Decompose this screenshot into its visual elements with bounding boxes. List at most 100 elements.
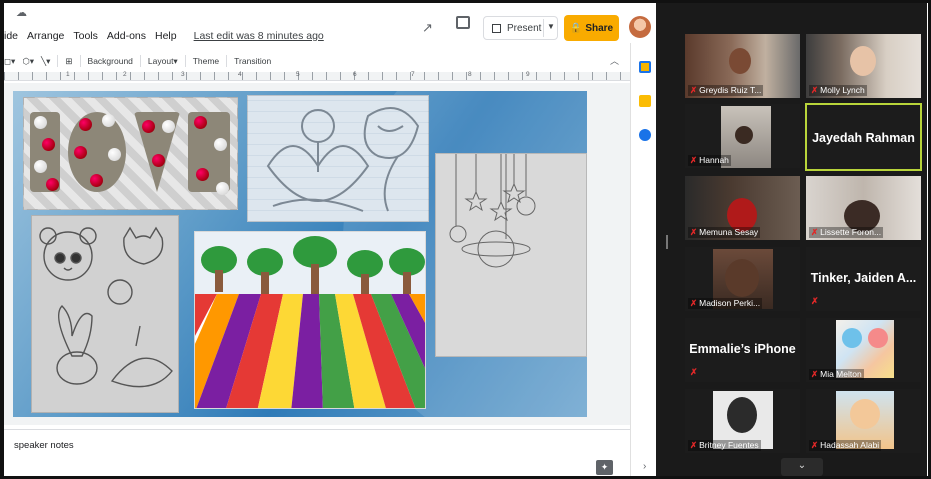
ornament-ball	[142, 120, 155, 133]
lock-key-sketch-artwork[interactable]	[247, 95, 429, 222]
share-button[interactable]: 🔒 Share	[564, 15, 619, 41]
anime-avatar	[850, 399, 880, 429]
participant-tile[interactable]: ✗ Lissette Foron...	[806, 176, 921, 240]
line-icon[interactable]: ╲▾	[41, 56, 50, 67]
participant-name-label: ✗ Memuna Sesay	[688, 227, 761, 238]
participant-name-label: ✗ Britney Fuentes	[688, 440, 761, 451]
participant-tile[interactable]: ✗ Memuna Sesay	[685, 176, 800, 240]
slides-app: ☁ ide Arrange Tools Add-ons Help Last ed…	[4, 3, 656, 476]
keep-icon[interactable]	[639, 95, 651, 107]
ruler-number: 9	[526, 71, 530, 78]
slides-topbar: ☁ ide Arrange Tools Add-ons Help Last ed…	[4, 3, 656, 47]
ornament-ball	[74, 146, 87, 159]
participant-tile[interactable]: ✗ Hannah	[685, 104, 800, 168]
muted-mic-icon: ✗	[811, 227, 819, 237]
cloud-saved-icon: ☁	[16, 7, 27, 19]
participant-tile[interactable]: ✗ Britney Fuentes	[685, 389, 800, 453]
toolbar-separator	[184, 55, 186, 67]
participant-name-label: ✗ Madison Perki...	[688, 298, 763, 309]
menu-bar: ide Arrange Tools Add-ons Help Last edit…	[4, 30, 324, 46]
ruler-number: 8	[468, 71, 472, 78]
current-slide[interactable]	[13, 91, 587, 417]
panel-splitter[interactable]	[666, 235, 668, 249]
ornament-ball	[42, 138, 55, 151]
participant-name-label: ✗ Hannah	[688, 155, 731, 166]
menu-help[interactable]: Help	[155, 30, 177, 46]
explore-icon[interactable]: ✦	[596, 460, 613, 475]
toolbar-separator	[139, 55, 141, 67]
participant-name: Lissette Foron...	[820, 227, 882, 237]
theme-button[interactable]: Theme	[193, 56, 219, 66]
gallery-scroll-down-button[interactable]: ⌄	[781, 458, 823, 476]
ruler-number: 1	[66, 71, 70, 78]
participant-tile[interactable]: ✗ Molly Lynch	[806, 34, 921, 98]
rainbow-field-trees-painting[interactable]	[194, 231, 426, 409]
menu-slide[interactable]: ide	[4, 30, 18, 46]
ruler-number: 2	[123, 71, 127, 78]
participant-face	[725, 259, 759, 297]
last-edit-link[interactable]: Last edit was 8 minutes ago	[194, 30, 324, 46]
background-button[interactable]: Background	[88, 56, 133, 66]
active-speaker-tile[interactable]: Jayedah Rahman	[805, 103, 922, 171]
muted-mic-icon: ✗	[690, 85, 698, 95]
participant-tile[interactable]: ✗ Greydis Ruiz T...	[685, 34, 800, 98]
love-ornament-artwork[interactable]	[23, 97, 238, 210]
participant-name-label: ✗ Mia Melton	[809, 369, 864, 380]
ornament-ball	[102, 114, 115, 127]
participant-name: Tinker, Jaiden A...	[810, 271, 917, 285]
calendar-icon[interactable]	[639, 61, 651, 73]
participant-tile[interactable]: Tinker, Jaiden A... ✗	[806, 247, 921, 311]
layout-button[interactable]: Layout▾	[148, 56, 178, 67]
new-slide-icon[interactable]: ◻▾	[4, 56, 15, 67]
muted-mic-icon: ✗	[811, 296, 819, 306]
participant-face	[850, 46, 876, 76]
muted-mic-icon: ✗	[811, 440, 819, 450]
toolbar-separator	[57, 55, 59, 67]
ornament-ball	[46, 178, 59, 191]
ruler-number: 5	[296, 71, 300, 78]
tasks-icon[interactable]	[639, 129, 651, 141]
account-avatar[interactable]	[629, 16, 651, 38]
participant-tile[interactable]: Emmalie’s iPhone ✗	[685, 318, 800, 382]
ornament-ball	[79, 118, 92, 131]
activity-trend-icon[interactable]: ↗	[422, 20, 433, 36]
menu-addons[interactable]: Add-ons	[107, 30, 146, 46]
expand-side-panel-icon[interactable]: ›	[643, 461, 646, 472]
transition-button[interactable]: Transition	[234, 56, 271, 66]
participant-name: Madison Perki...	[699, 298, 761, 308]
present-button[interactable]: Present ▼	[483, 16, 558, 40]
menu-tools[interactable]: Tools	[73, 30, 98, 46]
cute-animals-drawing	[39, 226, 173, 388]
participant-name-label: ✗ Lissette Foron...	[809, 227, 884, 238]
participant-name-label: ✗ Molly Lynch	[809, 85, 867, 96]
collapse-toolbar-icon[interactable]: ︿	[610, 54, 619, 67]
comment-add-icon[interactable]: ⊞	[65, 56, 72, 67]
comments-icon[interactable]	[456, 16, 470, 29]
participant-tile[interactable]: ✗ Hadassah Alabi	[806, 389, 921, 453]
present-dropdown-caret-icon[interactable]: ▼	[547, 22, 555, 31]
anime-avatar	[842, 328, 862, 348]
lock-icon: 🔒	[569, 22, 583, 34]
tree-trunk	[403, 272, 411, 294]
ruler-number: 3	[181, 71, 185, 78]
ornament-ball	[90, 174, 103, 187]
stars-planets-sketch-artwork[interactable]	[435, 153, 587, 357]
muted-mic-icon: ✗	[690, 298, 698, 308]
participant-name: Mia Melton	[820, 369, 862, 379]
ornament-ball	[108, 148, 121, 161]
present-icon	[492, 23, 501, 33]
participant-tile[interactable]: ✗ Mia Melton	[806, 318, 921, 382]
participant-name-label: ✗ Greydis Ruiz T...	[688, 85, 764, 96]
menu-arrange[interactable]: Arrange	[27, 30, 64, 46]
ornament-ball	[34, 160, 47, 173]
shape-icon[interactable]: ⬡▾	[22, 56, 34, 67]
rainbow-stripes	[195, 294, 425, 408]
cute-animals-sketch-artwork[interactable]	[31, 215, 179, 413]
present-divider	[543, 19, 544, 37]
speaker-notes-placeholder: speaker notes	[14, 440, 74, 451]
ornament-ball	[216, 182, 229, 195]
ruler-number: 7	[411, 71, 415, 78]
present-label: Present	[507, 22, 542, 34]
speaker-notes-panel[interactable]: speaker notes ✦	[4, 429, 630, 476]
participant-tile[interactable]: ✗ Madison Perki...	[685, 247, 800, 311]
